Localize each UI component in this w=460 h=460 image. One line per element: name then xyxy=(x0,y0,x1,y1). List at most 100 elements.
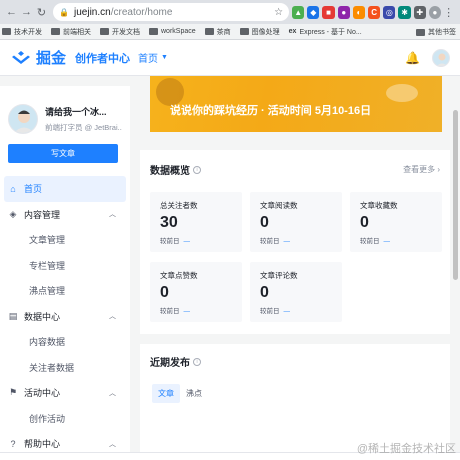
extension-icon[interactable]: ✱ xyxy=(398,5,411,19)
caret-down-icon: ▼ xyxy=(161,54,168,61)
sidebar-item-label: 内容管理 xyxy=(24,209,61,220)
forward-icon[interactable]: → xyxy=(19,4,34,20)
chart-icon: ▤ xyxy=(8,310,18,321)
extension-icon[interactable]: ● xyxy=(337,5,350,19)
profile-icon[interactable]: ● xyxy=(428,5,442,19)
address-bar[interactable]: 🔒 juejin.cn/creator/home ☆ xyxy=(53,3,290,21)
watermark: @稀土掘金技术社区 xyxy=(356,443,456,455)
lock-icon: 🔒 xyxy=(59,7,70,17)
stat-likes[interactable]: 文章点赞数 0 较前日 — xyxy=(150,262,242,322)
sidebar-item-pins[interactable]: 沸点管理 xyxy=(0,278,130,304)
bookmark-item[interactable]: workSpace xyxy=(149,28,196,35)
stat-collections[interactable]: 文章收藏数 0 较前日 — xyxy=(350,192,442,252)
view-more-link[interactable]: 查看更多 › xyxy=(403,164,440,175)
compare-value: — xyxy=(283,238,291,245)
bookmark-label: Express - 基于 No... xyxy=(299,28,362,36)
activity-banner[interactable]: 说说你的踩坑经历 · 活动时间 5月10-16日 xyxy=(150,76,442,132)
flag-icon: ⚑ xyxy=(8,387,18,398)
sidebar-item-label: 关注者数据 xyxy=(29,362,75,373)
home-dropdown[interactable]: 首页 ▼ xyxy=(138,50,168,65)
layers-icon: ◈ xyxy=(9,208,17,219)
extension-icon[interactable]: ◆ xyxy=(307,5,320,19)
extension-icon[interactable]: ■ xyxy=(322,5,335,19)
tab-articles[interactable]: 文章 xyxy=(152,384,180,403)
extension-icon[interactable]: ◐ xyxy=(352,5,366,19)
creator-center-title[interactable]: 创作者中心 xyxy=(75,50,130,66)
stat-label: 总关注者数 xyxy=(160,201,198,210)
scrollbar[interactable] xyxy=(453,110,458,280)
banner-decoration xyxy=(386,84,418,102)
info-icon[interactable]: i xyxy=(193,165,201,174)
compare-value: — xyxy=(183,308,191,315)
sidebar-item-follower-data[interactable]: 关注者数据 xyxy=(0,355,130,381)
sidebar-item-label: 文章管理 xyxy=(29,235,66,246)
chevron-up-icon: ︿ xyxy=(109,389,116,397)
menu-dots-icon[interactable]: ⋮ xyxy=(441,4,456,20)
extension-icon[interactable]: C xyxy=(368,5,381,19)
extension-icon[interactable]: ◎ xyxy=(383,5,396,19)
compare-label: 较前日 xyxy=(260,308,280,315)
stat-reads[interactable]: 文章阅读数 0 较前日 — xyxy=(250,192,342,252)
sidebar-item-label: 数据中心 xyxy=(24,311,61,322)
user-profile[interactable]: 请给我一个冰... 前端打字员 @ JetBrai... xyxy=(0,86,130,138)
bookmarks-bar: 技术开发 前端相关 开发文档 workSpace 茶商 图像处理 ex Expre… xyxy=(0,24,460,40)
sidebar-group-activity[interactable]: ⚑ 活动中心 ︿ xyxy=(0,380,130,406)
sidebar-item-creative-activity[interactable]: 创作活动 xyxy=(0,406,130,432)
card-title: 数据概览 i xyxy=(150,162,201,177)
sidebar-group-content[interactable]: ◈ 内容管理 ︿ xyxy=(0,202,130,228)
stat-value: 30 xyxy=(160,214,178,231)
write-article-button[interactable]: 写文章 xyxy=(8,144,118,163)
tab-pins[interactable]: 沸点 xyxy=(180,384,208,403)
compare-label: 较前日 xyxy=(160,238,180,245)
bookmark-item[interactable]: 图像处理 xyxy=(239,27,280,37)
juejin-logo-icon[interactable] xyxy=(10,50,32,66)
express-icon: ex xyxy=(288,28,297,35)
info-icon[interactable]: i xyxy=(193,357,201,366)
back-icon[interactable]: ← xyxy=(4,4,19,20)
extension-icon[interactable]: ▲ xyxy=(292,5,305,19)
bookmark-other[interactable]: 其他书签 xyxy=(416,27,456,37)
bookmark-item[interactable]: ex Express - 基于 No... xyxy=(289,27,362,37)
compare-value: — xyxy=(283,308,291,315)
user-name: 请给我一个冰... xyxy=(45,107,107,117)
sidebar-item-label: 专栏管理 xyxy=(29,260,66,271)
bookmark-item[interactable]: 开发文档 xyxy=(100,27,140,37)
folder-icon xyxy=(51,28,60,35)
logo-text[interactable]: 掘金 xyxy=(36,47,66,68)
stat-comments[interactable]: 文章评论数 0 较前日 — xyxy=(250,262,342,322)
puzzle-icon[interactable]: ✚ xyxy=(413,5,426,19)
overview-title: 数据概览 xyxy=(150,166,190,177)
home-icon: ⌂ xyxy=(10,183,16,194)
avatar-image xyxy=(13,110,35,133)
url-host: juejin.cn xyxy=(74,6,111,18)
sidebar-item-articles[interactable]: 文章管理 xyxy=(0,227,130,253)
sidebar-item-label: 沸点管理 xyxy=(29,286,66,297)
sidebar-item-content-data[interactable]: 内容数据 xyxy=(0,329,130,355)
bookmark-item[interactable]: 茶商 xyxy=(204,27,231,37)
sidebar-group-data[interactable]: ▤ 数据中心 ︿ xyxy=(0,304,130,330)
sidebar-item-columns[interactable]: 专栏管理 xyxy=(0,253,130,279)
bookmark-label: 茶商 xyxy=(216,28,231,36)
avatar[interactable] xyxy=(432,48,450,67)
stat-followers[interactable]: 总关注者数 30 较前日 — xyxy=(150,192,242,252)
stat-label: 文章阅读数 xyxy=(260,201,298,210)
stat-value: 0 xyxy=(160,284,169,301)
user-subtitle: 前端打字员 @ JetBrai... xyxy=(45,123,122,132)
sidebar-item-label: 首页 xyxy=(24,184,43,195)
sidebar-item-label: 活动中心 xyxy=(24,388,61,399)
sidebar-item-home[interactable]: ⌂ 首页 xyxy=(4,176,126,202)
bookmark-label: 图像处理 xyxy=(251,28,280,36)
bookmark-item[interactable]: 前端相关 xyxy=(51,27,91,37)
stat-compare: 较前日 — xyxy=(160,305,242,315)
sidebar-menu: ⌂ 首页 ◈ 内容管理 ︿ 文章管理 专栏管理 沸点管理 ▤ 数据中心 ︿ 内容数据 关注… xyxy=(0,176,130,457)
bell-icon[interactable]: 🔔 xyxy=(405,51,420,65)
bookmark-label: 开发文档 xyxy=(112,28,140,36)
reload-icon[interactable]: ↻ xyxy=(34,4,49,20)
bookmark-label: 前端相关 xyxy=(63,28,91,36)
bookmark-item[interactable]: 技术开发 xyxy=(2,27,42,37)
folder-icon xyxy=(2,28,11,35)
stat-value: 0 xyxy=(260,214,269,231)
avatar-image xyxy=(436,53,448,66)
help-icon: ? xyxy=(10,438,16,449)
bookmark-star-icon[interactable]: ☆ xyxy=(274,7,283,18)
